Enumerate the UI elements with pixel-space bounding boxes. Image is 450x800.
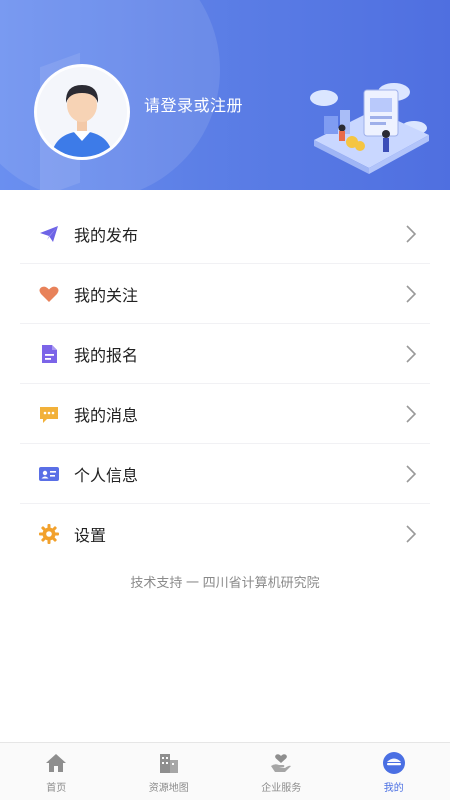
- profile-menu: 我的发布 我的关注 我的报名 我的消息 个人信息 设置: [0, 204, 450, 564]
- chevron-right-icon: [406, 284, 417, 303]
- document-icon: [38, 343, 60, 365]
- menu-item-label: 我的报名: [74, 347, 139, 365]
- tab-enterprise-services[interactable]: 企业服务: [225, 743, 338, 800]
- chevron-right-icon: [406, 525, 417, 543]
- menu-item-label: 设置: [74, 528, 107, 545]
- chevron-right-icon: [406, 404, 417, 423]
- message-icon: [38, 403, 60, 425]
- building-icon: [156, 751, 182, 775]
- menu-item-my-registrations[interactable]: 我的报名: [20, 324, 430, 384]
- profile-header: 请登录或注册: [0, 0, 450, 190]
- tab-mine[interactable]: 我的: [338, 743, 450, 800]
- menu-item-label: 个人信息: [74, 467, 139, 485]
- menu-item-my-follows[interactable]: 我的关注: [20, 264, 430, 324]
- avatar-person-icon: [37, 67, 127, 157]
- chevron-right-icon: [406, 344, 417, 363]
- chevron-right-icon: [406, 224, 417, 243]
- hand-heart-icon: [268, 751, 294, 775]
- login-register-link[interactable]: 请登录或注册: [144, 92, 243, 116]
- tab-label: 企业服务: [261, 783, 302, 794]
- header-illustration: [310, 83, 429, 174]
- menu-item-label: 我的消息: [74, 407, 139, 425]
- bottom-tab-bar: 首页 资源地图 企业服务 我的: [0, 742, 450, 800]
- heart-icon: [38, 283, 60, 305]
- menu-item-my-messages[interactable]: 我的消息: [20, 384, 430, 444]
- menu-item-personal-info[interactable]: 个人信息: [20, 444, 430, 504]
- tab-label: 首页: [46, 783, 67, 794]
- avatar[interactable]: [34, 64, 130, 160]
- menu-item-settings[interactable]: 设置: [20, 504, 430, 564]
- tab-label: 资源地图: [148, 783, 189, 794]
- menu-item-label: 我的关注: [74, 287, 139, 305]
- tab-label: 我的: [383, 783, 404, 794]
- menu-item-label: 我的发布: [74, 227, 139, 245]
- paper-plane-icon: [38, 223, 60, 245]
- id-card-icon: [38, 463, 60, 485]
- profile-icon: [381, 751, 407, 775]
- chevron-right-icon: [406, 464, 417, 483]
- tab-resource-map[interactable]: 资源地图: [113, 743, 226, 800]
- tab-home[interactable]: 首页: [0, 743, 113, 800]
- home-icon: [43, 751, 69, 775]
- gear-icon: [38, 523, 60, 545]
- tech-support-note: 技术支持 一 四川省计算机研究院: [130, 575, 320, 590]
- menu-item-my-posts[interactable]: 我的发布: [20, 204, 430, 264]
